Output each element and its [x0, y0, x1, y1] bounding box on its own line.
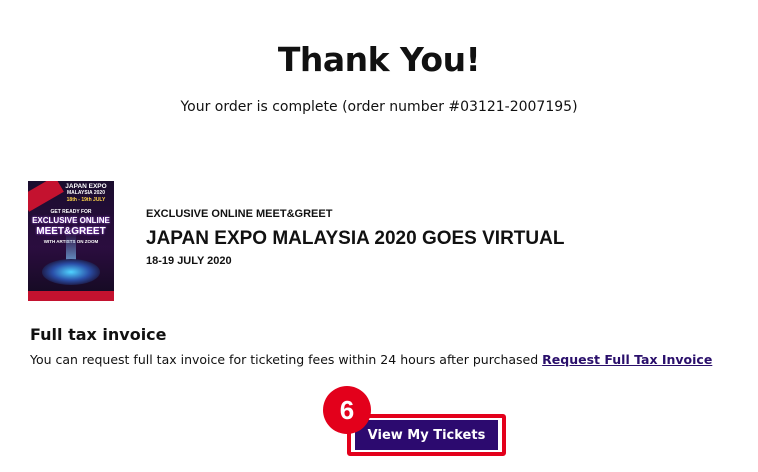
page-title: Thank You! [277, 40, 481, 79]
step-number-badge: 6 [323, 386, 371, 434]
event-kicker: EXCLUSIVE ONLINE MEET&GREET [146, 208, 333, 220]
event-poster-image: JAPAN EXPO MALAYSIA 2020 18th - 19th JUL… [28, 181, 114, 301]
poster-footer-bar [28, 291, 114, 301]
poster-line2: MALAYSIA 2020 [67, 190, 105, 196]
request-tax-invoice-link[interactable]: Request Full Tax Invoice [542, 352, 712, 367]
poster-dates: 18th - 19th JULY [66, 197, 106, 203]
poster-headline1: EXCLUSIVE ONLINE [32, 216, 110, 225]
tax-invoice-text: You can request full tax invoice for tic… [30, 352, 539, 367]
tax-invoice-heading: Full tax invoice [30, 325, 167, 344]
poster-teaser: GET READY FOR [50, 209, 92, 215]
event-title: JAPAN EXPO MALAYSIA 2020 GOES VIRTUAL [146, 228, 565, 249]
event-date: 18-19 JULY 2020 [146, 255, 232, 267]
poster-stage [42, 259, 100, 285]
tax-invoice-description: You can request full tax invoice for tic… [30, 352, 712, 367]
view-my-tickets-button[interactable]: View My Tickets [355, 420, 498, 450]
order-confirmation-text: Your order is complete (order number #03… [180, 99, 578, 115]
poster-line1: JAPAN EXPO [65, 183, 107, 190]
